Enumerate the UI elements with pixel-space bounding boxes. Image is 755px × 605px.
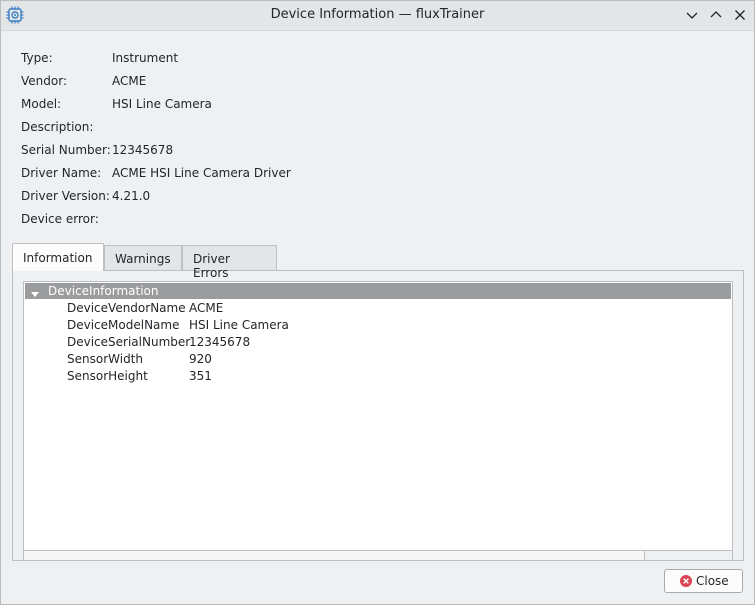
tree-key-device-vendor-name: DeviceVendorName — [67, 301, 186, 315]
horizontal-scrollbar[interactable] — [23, 550, 733, 561]
driver-version-value: 4.21.0 — [112, 189, 151, 203]
model-label: Model: — [21, 97, 62, 111]
description-label: Description: — [21, 120, 94, 134]
tree-value-sensor-height: 351 — [189, 369, 212, 383]
tree-key-device-serial-number: DeviceSerialNumber — [67, 335, 191, 349]
tree-key-sensor-height: SensorHeight — [67, 369, 148, 383]
device-information-window: Device Information — fluxTrainer Type: I… — [0, 0, 755, 605]
window-title: Device Information — fluxTrainer — [270, 7, 485, 22]
close-icon — [735, 10, 745, 20]
title-bar[interactable]: Device Information — fluxTrainer — [1, 1, 754, 31]
tree-key-device-model-name: DeviceModelName — [67, 318, 180, 332]
tree-value-device-model-name: HSI Line Camera — [189, 318, 289, 332]
vendor-value: ACME — [112, 74, 147, 88]
tab-information[interactable]: Information — [12, 243, 104, 271]
type-label: Type: — [21, 51, 53, 65]
tree-value-device-vendor-name: ACME — [189, 301, 224, 315]
driver-name-label: Driver Name: — [21, 166, 102, 180]
serial-number-label: Serial Number: — [21, 143, 111, 157]
close-button[interactable]: Close — [664, 569, 743, 593]
chevron-down-icon — [686, 12, 698, 19]
vendor-label: Vendor: — [21, 74, 67, 88]
tree-value-device-serial-number: 12345678 — [189, 335, 251, 349]
device-error-label: Device error: — [21, 212, 99, 226]
chevron-up-icon — [710, 11, 722, 18]
tab-warnings[interactable]: Warnings — [104, 245, 182, 270]
information-tree[interactable]: DeviceInformation DeviceVendorName ACME … — [23, 281, 733, 552]
driver-version-label: Driver Version: — [21, 189, 110, 203]
close-circle-icon — [680, 575, 692, 587]
model-value: HSI Line Camera — [112, 97, 212, 111]
driver-name-value: ACME HSI Line Camera Driver — [112, 166, 291, 180]
tree-value-sensor-width: 920 — [189, 352, 212, 366]
type-value: Instrument — [112, 51, 179, 65]
close-window-button[interactable] — [731, 6, 749, 24]
expand-arrow-icon[interactable] — [31, 287, 39, 301]
tree-root-row[interactable]: DeviceInformation — [25, 283, 731, 299]
tab-driver-errors[interactable]: Driver Errors — [182, 245, 277, 280]
minimize-button[interactable] — [683, 6, 701, 24]
close-button-label: Close — [696, 574, 729, 588]
scrollbar-thumb[interactable] — [24, 551, 645, 560]
tree-root-label: DeviceInformation — [48, 284, 159, 298]
tree-key-sensor-width: SensorWidth — [67, 352, 143, 366]
serial-number-value: 12345678 — [112, 143, 174, 157]
maximize-button[interactable] — [707, 6, 725, 24]
